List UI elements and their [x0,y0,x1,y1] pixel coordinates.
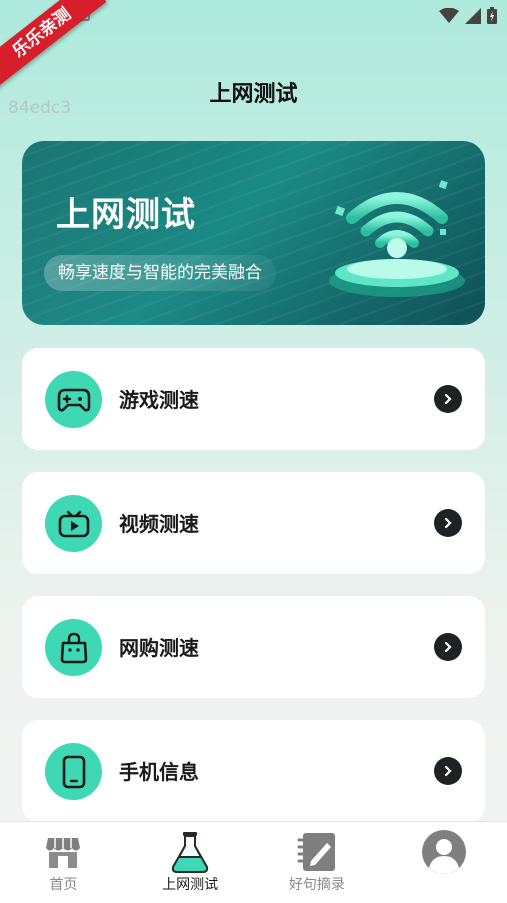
shopping-speed-card[interactable]: 网购测速 [22,596,485,698]
nav-item-profile[interactable] [380,822,507,903]
video-speed-card[interactable]: 视频测速 [22,472,485,574]
avatar-icon [421,829,467,875]
tv-play-icon [45,495,102,552]
chevron-right-icon[interactable] [434,509,462,537]
page-title: 上网测试 [209,82,298,107]
card-label: 游戏测速 [119,388,199,412]
status-icons [439,7,497,24]
store-icon [40,829,86,875]
nav-item-net-test[interactable]: 上网测试 [127,822,254,903]
wifi-pedestal-icon [329,180,465,297]
nav-item-home[interactable]: 首页 [0,822,127,903]
card-label: 手机信息 [119,760,199,784]
nav-label: 首页 [49,877,78,893]
chevron-right-icon[interactable] [434,757,462,785]
nav-item-quotes[interactable]: 好句摘录 [254,822,381,903]
phone-info-card[interactable]: 手机信息 [22,720,485,822]
hero-banner: 上网测试 畅享速度与智能的完美融合 [22,141,485,325]
battery-icon [487,7,497,24]
card-label: 网购测速 [119,636,199,660]
signal-icon [465,7,481,24]
flask-icon [167,829,213,875]
wifi-icon [439,7,459,23]
game-speed-card[interactable]: 游戏测速 [22,348,485,450]
banner-title: 上网测试 [56,195,196,235]
gamepad-icon [45,371,102,428]
chevron-right-icon[interactable] [434,633,462,661]
nav-label: 上网测试 [162,877,219,893]
bottom-nav: 首页 上网测试 好句摘录 [0,821,507,903]
banner-subtitle: 畅享速度与智能的完美融合 [44,255,276,291]
notebook-pen-icon [294,829,340,875]
card-label: 视频测速 [119,512,199,536]
phone-icon [45,743,102,800]
shopping-bag-icon [45,619,102,676]
nav-label: 好句摘录 [288,877,345,893]
chevron-right-icon[interactable] [434,385,462,413]
